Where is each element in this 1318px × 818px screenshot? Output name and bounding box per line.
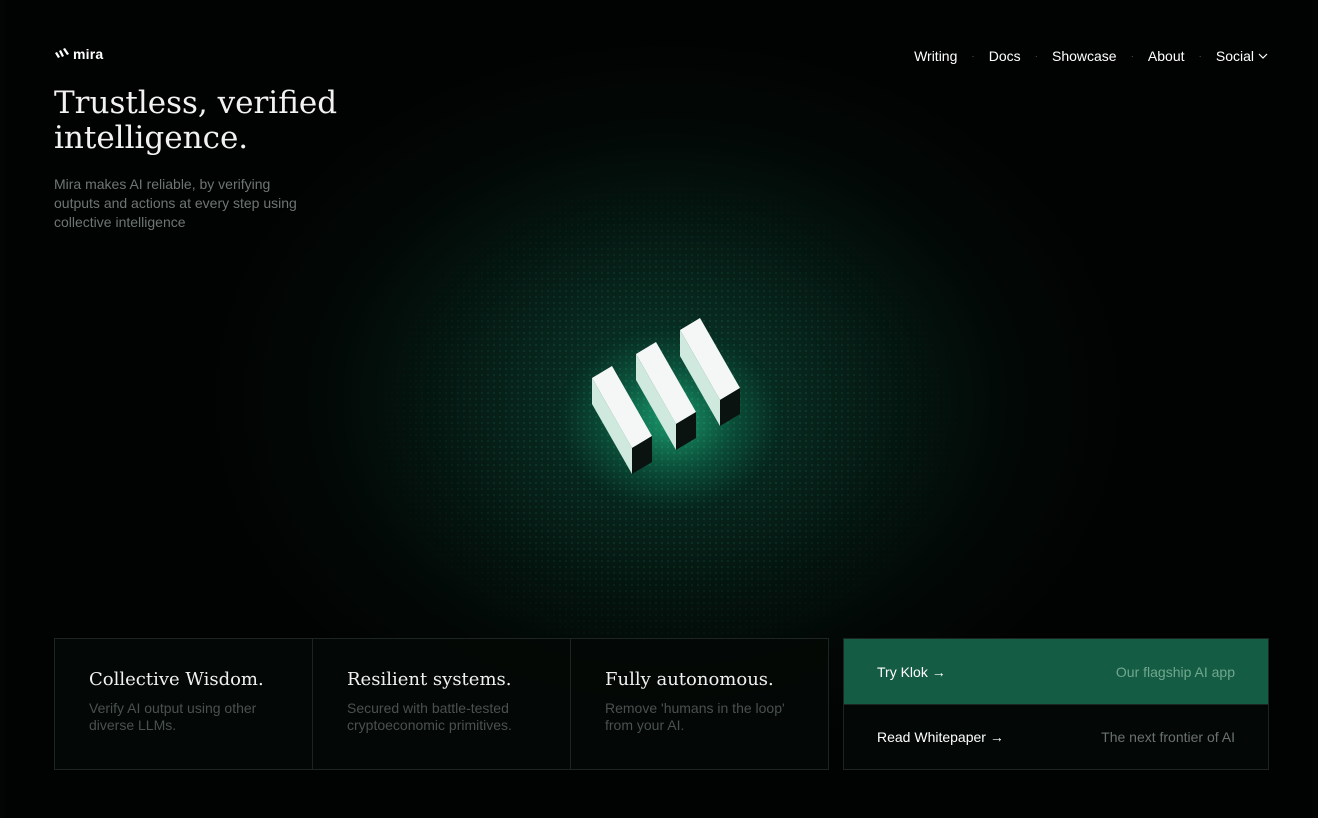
read-whitepaper-hint: The next frontier of AI [1101,729,1235,745]
nav-separator: · [1034,50,1038,62]
try-klok-button[interactable]: Try Klok → Our flagship AI app [844,639,1268,704]
feature-cards: Collective Wisdom. Verify AI output usin… [54,638,829,770]
nav-separator: · [1130,50,1134,62]
feature-card-resilient-systems: Resilient systems. Secured with battle-t… [313,639,571,769]
brand-name: mira [73,46,104,62]
nav-social-label: Social [1215,48,1254,64]
nav-writing[interactable]: Writing [914,48,957,64]
feature-card-collective-wisdom: Collective Wisdom. Verify AI output usin… [55,639,313,769]
mira-emblem-icon [592,318,740,474]
read-whitepaper-label: Read Whitepaper → [877,729,1004,745]
nav-about[interactable]: About [1148,48,1185,64]
feature-title: Resilient systems. [347,669,512,690]
nav-social-dropdown[interactable]: Social [1216,48,1268,64]
page: mira Writing · Docs · Showcase · About ·… [0,0,1318,818]
mira-logo-icon [55,48,69,58]
feature-description: Verify AI output using other diverse LLM… [89,700,257,733]
brand-logo[interactable]: mira [54,46,103,62]
read-whitepaper-button[interactable]: Read Whitepaper → The next frontier of A… [844,704,1268,769]
nav-separator: · [971,50,975,62]
nav-docs[interactable]: Docs [989,48,1021,64]
feature-card-fully-autonomous: Fully autonomous. Remove 'humans in the … [571,639,828,769]
feature-title: Collective Wisdom. [89,669,264,690]
try-klok-hint: Our flagship AI app [1115,663,1235,680]
hero-subtitle: Mira makes AI reliable, by verifying out… [54,176,297,230]
try-klok-label: Try Klok → [877,663,946,680]
nav-showcase[interactable]: Showcase [1052,48,1117,64]
chevron-down-icon [1258,53,1268,59]
hero-title: Trustless, verified intelligence. [54,85,338,156]
feature-title: Fully autonomous. [605,669,774,690]
feature-description: Remove 'humans in the loop' from your AI… [605,700,785,733]
feature-description: Secured with battle-tested cryptoeconomi… [347,700,512,733]
cta-panel: Try Klok → Our flagship AI app Read Whit… [843,638,1269,770]
nav-separator: · [1198,50,1202,62]
top-nav: Writing · Docs · Showcase · About · Soci… [914,48,1268,64]
